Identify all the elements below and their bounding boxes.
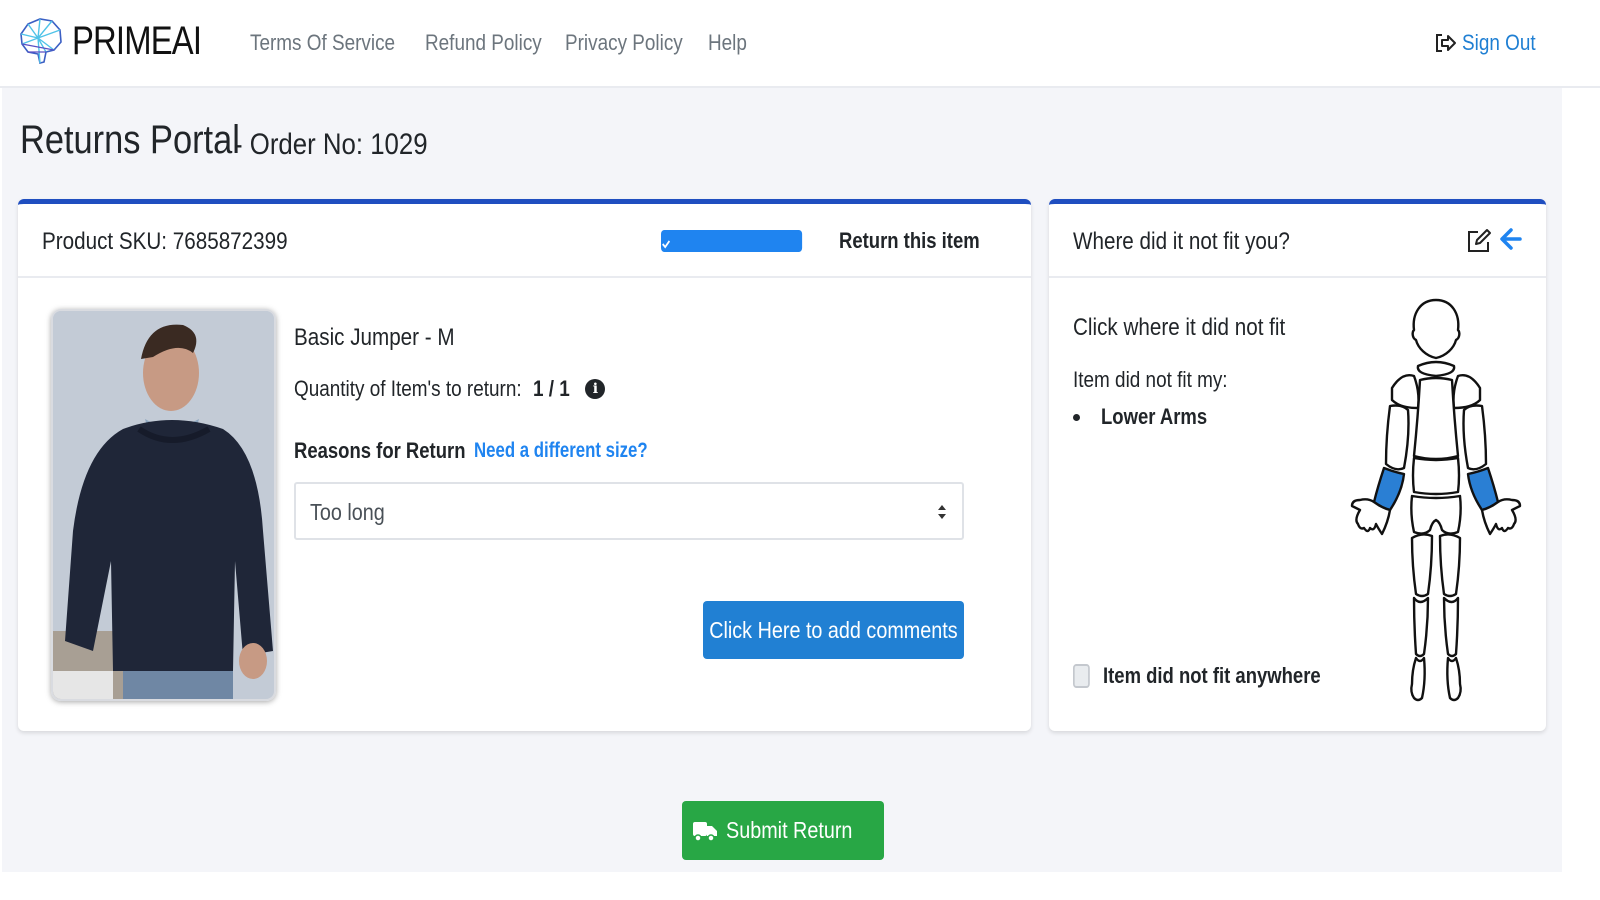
body-part-right-thigh[interactable] (1438, 533, 1462, 598)
fit-card: Where did it not fit you? Click where it… (1049, 199, 1546, 731)
arrow-left-icon[interactable] (1498, 226, 1524, 252)
product-image (51, 309, 276, 701)
select-arrows-icon (938, 505, 946, 519)
quantity-row: Quantity of Item's to return: 1 / 1 i (294, 376, 606, 402)
body-part-right-shoulder[interactable] (1452, 374, 1482, 410)
body-part-head[interactable] (1411, 298, 1461, 360)
add-comments-button[interactable]: Click Here to add comments (703, 601, 964, 659)
list-item: Lower Arms (1073, 404, 1227, 430)
different-size-link[interactable]: Need a different size? (474, 439, 648, 463)
reasons-label: Reasons for Return (294, 438, 466, 463)
body-part-hips[interactable] (1410, 494, 1462, 535)
body-part-left-shoulder[interactable] (1390, 374, 1420, 410)
body-part-neck[interactable] (1416, 360, 1456, 378)
sign-out-label: Sign Out (1462, 30, 1537, 55)
body-part-right-shin[interactable] (1442, 596, 1460, 658)
product-card-header: Product SKU: 7685872399 Return this item (18, 204, 1031, 278)
truck-icon (693, 821, 718, 842)
fit-instruction: Click where it did not fit (1073, 314, 1286, 341)
fit-card-header: Where did it not fit you? (1049, 204, 1546, 278)
sign-out-link[interactable]: Sign Out (1434, 30, 1548, 56)
body-diagram (1350, 298, 1522, 702)
logo[interactable]: PRIMEAI (18, 16, 229, 66)
brain-logo-icon (20, 18, 62, 64)
nav-refund-policy[interactable]: Refund Policy (425, 30, 542, 56)
checkbox-checked-icon[interactable] (661, 230, 803, 252)
page-title-text: Returns Portal (20, 118, 240, 162)
body-part-abdomen[interactable] (1411, 456, 1461, 496)
not-fit-anywhere-checkbox[interactable]: Item did not fit anywhere (1073, 663, 1362, 689)
selected-area-label: Lower Arms (1101, 404, 1208, 429)
top-navbar: PRIMEAI Terms Of Service Refund Policy P… (0, 0, 1600, 88)
reasons-row: Reasons for Return Need a different size… (294, 438, 691, 464)
product-card: Product SKU: 7685872399 Return this item (18, 199, 1031, 731)
body-part-right-foot[interactable] (1446, 656, 1462, 702)
nav-terms-of-service[interactable]: Terms Of Service (250, 30, 395, 56)
body-part-chest[interactable] (1412, 376, 1460, 461)
order-number: - Order No: 1029 (234, 128, 428, 161)
sign-out-icon (1436, 34, 1457, 52)
not-fit-anywhere-label: Item did not fit anywhere (1103, 663, 1321, 688)
info-icon[interactable]: i (585, 379, 606, 399)
quantity-value: 1 / 1 (532, 376, 570, 401)
product-sku: Product SKU: 7685872399 (42, 228, 288, 255)
logo-text: PRIMEAI (72, 18, 202, 63)
reason-select[interactable]: Too long (294, 482, 964, 540)
body-part-left-foot[interactable] (1410, 656, 1426, 702)
nav-help[interactable]: Help (708, 30, 747, 56)
product-name: Basic Jumper - M (294, 324, 455, 351)
quantity-label: Quantity of Item's to return: (294, 376, 522, 401)
main-nav: Terms Of Service Refund Policy Privacy P… (250, 30, 792, 56)
body-part-right-upper-arm[interactable] (1462, 404, 1488, 471)
fit-card-title: Where did it not fit you? (1073, 228, 1290, 255)
return-item-label: Return this item (839, 228, 980, 253)
body-part-left-thigh[interactable] (1410, 533, 1434, 598)
return-item-checkbox[interactable]: Return this item (661, 228, 1007, 254)
submit-return-button[interactable]: Submit Return (682, 801, 884, 860)
main-content: Returns Portal - Order No: 1029 Product … (2, 88, 1562, 872)
body-part-left-shin[interactable] (1412, 596, 1430, 658)
reason-selected-value: Too long (310, 499, 385, 525)
add-comments-label: Click Here to add comments (709, 616, 958, 643)
page-title: Returns Portal - Order No: 1029 (20, 118, 428, 163)
body-part-left-upper-arm[interactable] (1384, 404, 1410, 471)
selected-areas-list: Lower Arms (1073, 404, 1227, 430)
nav-privacy-policy[interactable]: Privacy Policy (565, 30, 683, 56)
submit-return-label: Submit Return (726, 817, 853, 843)
edit-icon[interactable] (1466, 228, 1492, 254)
not-fit-label: Item did not fit my: (1073, 367, 1228, 392)
bullet-icon (1073, 413, 1080, 421)
checkbox-unchecked-icon[interactable] (1073, 664, 1090, 688)
product-photo-illustration (53, 311, 274, 699)
